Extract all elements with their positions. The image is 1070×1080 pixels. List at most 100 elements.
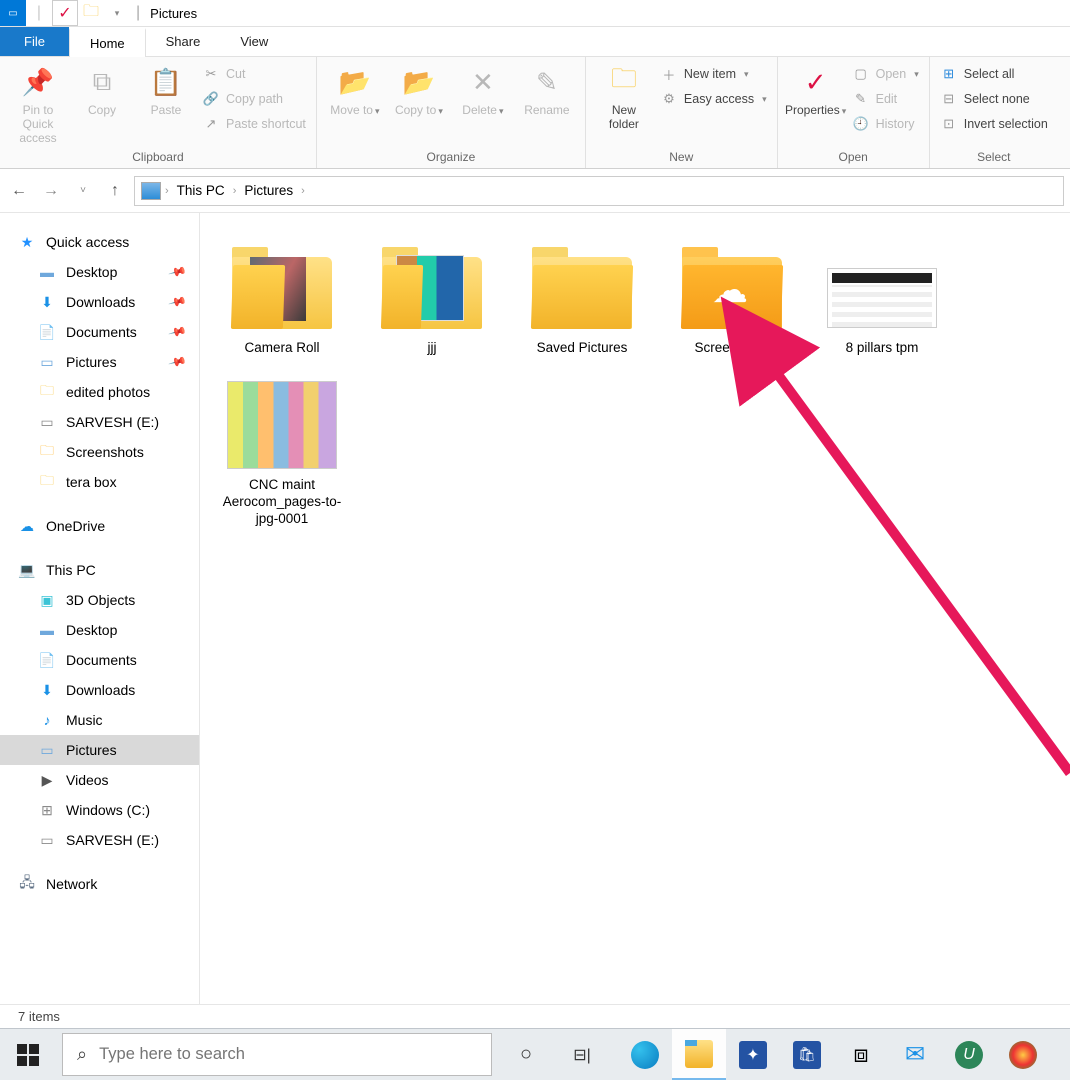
invert-selection-button[interactable]: ⊡Invert selection	[940, 113, 1048, 135]
pin-icon: 📌	[168, 322, 188, 342]
copy-to-icon: 📂	[400, 63, 438, 101]
delete-button[interactable]: ✕ Delete▾	[455, 61, 511, 118]
tab-share[interactable]: Share	[146, 27, 221, 56]
sidebar-item-desktop[interactable]: ▬Desktop📌	[0, 257, 199, 287]
select-all-icon: ⊞	[940, 66, 958, 82]
start-button[interactable]	[0, 1029, 56, 1080]
image-thumb	[227, 381, 337, 469]
sidebar-item-videos[interactable]: ▶Videos	[0, 765, 199, 795]
sidebar-item-music[interactable]: ♪Music	[0, 705, 199, 735]
sidebar-network[interactable]: 🖧Network	[0, 869, 199, 899]
sidebar-item-3d[interactable]: ▣3D Objects	[0, 585, 199, 615]
sidebar-this-pc[interactable]: 💻This PC	[0, 555, 199, 585]
edit-button[interactable]: ✎Edit	[852, 88, 919, 110]
sidebar-onedrive[interactable]: ☁OneDrive	[0, 511, 199, 541]
nav-forward-button[interactable]: →	[38, 178, 64, 204]
ribbon-group-clipboard: 📌 Pin to Quick access ⧉ Copy 📋 Paste ✂Cu…	[0, 57, 317, 168]
item-screenshots[interactable]: ☁ Screenshots	[662, 235, 802, 362]
titlebar-app-icon: ▭	[0, 0, 26, 26]
crumb-pictures[interactable]: Pictures	[240, 181, 297, 200]
pin-quick-access-button[interactable]: 📌 Pin to Quick access	[10, 61, 66, 145]
sidebar-item-e[interactable]: ▭SARVESH (E:)	[0, 825, 199, 855]
sidebar-item-desktop2[interactable]: ▬Desktop	[0, 615, 199, 645]
chevron-icon[interactable]: ›	[233, 185, 237, 197]
open-button[interactable]: ▢Open▾	[852, 63, 919, 85]
tab-file[interactable]: File	[0, 27, 69, 56]
ribbon-group-organize: 📂 Move to▾ 📂 Copy to▾ ✕ Delete▾ ✎ Rename…	[317, 57, 586, 168]
music-icon: ♪	[38, 712, 56, 728]
search-input[interactable]	[99, 1045, 477, 1064]
chevron-icon[interactable]: ›	[301, 185, 305, 197]
item-saved-pictures[interactable]: Saved Pictures	[512, 235, 652, 362]
group-label-clipboard: Clipboard	[10, 148, 306, 168]
address-bar[interactable]: › This PC › Pictures ›	[134, 176, 1064, 206]
sidebar-item-c[interactable]: ⊞Windows (C:)	[0, 795, 199, 825]
taskbar-app3[interactable]	[996, 1029, 1050, 1080]
sidebar-item-pictures[interactable]: ▭Pictures📌	[0, 347, 199, 377]
taskbar-explorer[interactable]	[672, 1029, 726, 1080]
item-8pillars[interactable]: 8 pillars tpm	[812, 235, 952, 362]
nav-recent-button[interactable]: ˅	[70, 178, 96, 204]
crumb-this-pc[interactable]: This PC	[173, 181, 229, 200]
pictures-icon: ▭	[38, 354, 56, 371]
cloud-icon: ☁	[18, 518, 36, 535]
items-grid: Camera Roll jjj Saved Pictures ☁ Screens…	[212, 235, 1058, 533]
new-item-button[interactable]: ＋New item▾	[660, 63, 767, 85]
sidebar-quick-access[interactable]: ★Quick access	[0, 227, 199, 257]
select-all-button[interactable]: ⊞Select all	[940, 63, 1048, 85]
item-jjj[interactable]: jjj	[362, 235, 502, 362]
select-none-button[interactable]: ⊟Select none	[940, 88, 1048, 110]
sidebar-item-sarvesh[interactable]: ▭SARVESH (E:)	[0, 407, 199, 437]
copy-button[interactable]: ⧉ Copy	[74, 61, 130, 117]
new-folder-button[interactable]: 🗀 New folder	[596, 61, 652, 131]
pin-icon: 📌	[168, 352, 188, 372]
cortana-button[interactable]: ○	[498, 1029, 554, 1080]
paste-button[interactable]: 📋 Paste	[138, 61, 194, 117]
taskbar-edge[interactable]	[618, 1029, 672, 1080]
taskbar-app1[interactable]: ✦	[726, 1029, 780, 1080]
properties-button[interactable]: ✓ Properties▾	[788, 61, 844, 118]
document-icon: 📄	[38, 652, 56, 669]
cut-button[interactable]: ✂Cut	[202, 63, 306, 85]
titlebar-dropdown-icon[interactable]: ▾	[104, 0, 130, 26]
sidebar-item-downloads[interactable]: ⬇Downloads📌	[0, 287, 199, 317]
move-to-button[interactable]: 📂 Move to▾	[327, 61, 383, 118]
item-cnc[interactable]: CNC maint Aerocom_pages-to-jpg-0001	[212, 372, 352, 533]
new-folder-icon: 🗀	[605, 63, 643, 101]
ribbon-group-open: ✓ Properties▾ ▢Open▾ ✎Edit 🕘History Open	[778, 57, 930, 168]
nav-back-button[interactable]: ←	[6, 178, 32, 204]
taskbar-dropbox[interactable]: ⧈	[834, 1029, 888, 1080]
taskbar-search[interactable]: ⌕	[62, 1033, 492, 1076]
sidebar-item-downloads2[interactable]: ⬇Downloads	[0, 675, 199, 705]
rename-icon: ✎	[528, 63, 566, 101]
taskbar-app2[interactable]: U	[942, 1029, 996, 1080]
paste-shortcut-button[interactable]: ↗Paste shortcut	[202, 113, 306, 135]
address-bar-row: ← → ˅ ↑ › This PC › Pictures ›	[0, 169, 1070, 213]
copy-to-button[interactable]: 📂 Copy to▾	[391, 61, 447, 118]
sidebar-item-documents2[interactable]: 📄Documents	[0, 645, 199, 675]
taskbar-store[interactable]: 🛍	[780, 1029, 834, 1080]
paste-icon: 📋	[147, 63, 185, 101]
addr-pictures-icon	[141, 182, 161, 200]
tab-home[interactable]: Home	[69, 28, 146, 57]
chevron-icon[interactable]: ›	[165, 185, 169, 197]
tabs-row: File Home Share View	[0, 27, 1070, 57]
copy-path-button[interactable]: 🔗Copy path	[202, 88, 306, 110]
sidebar-item-edited[interactable]: 🗀edited photos	[0, 377, 199, 407]
nav-up-button[interactable]: ↑	[102, 178, 128, 204]
sidebar-item-documents[interactable]: 📄Documents📌	[0, 317, 199, 347]
rename-button[interactable]: ✎ Rename	[519, 61, 575, 117]
folder-icon	[382, 247, 482, 329]
history-button[interactable]: 🕘History	[852, 113, 919, 135]
task-view-button[interactable]: ⊟|	[554, 1029, 610, 1080]
sidebar-item-screenshots[interactable]: 🗀Screenshots	[0, 437, 199, 467]
sidebar-item-pictures2[interactable]: ▭Pictures	[0, 735, 199, 765]
sidebar-item-terabox[interactable]: 🗀tera box	[0, 467, 199, 497]
item-camera-roll[interactable]: Camera Roll	[212, 235, 352, 362]
titlebar-quick-icon[interactable]: ✓	[52, 0, 78, 26]
content-area[interactable]: Camera Roll jjj Saved Pictures ☁ Screens…	[200, 213, 1070, 1026]
taskbar-mail[interactable]: ✉	[888, 1029, 942, 1080]
easy-access-button[interactable]: ⚙Easy access▾	[660, 88, 767, 110]
pin-icon: 📌	[168, 262, 188, 282]
tab-view[interactable]: View	[220, 27, 288, 56]
